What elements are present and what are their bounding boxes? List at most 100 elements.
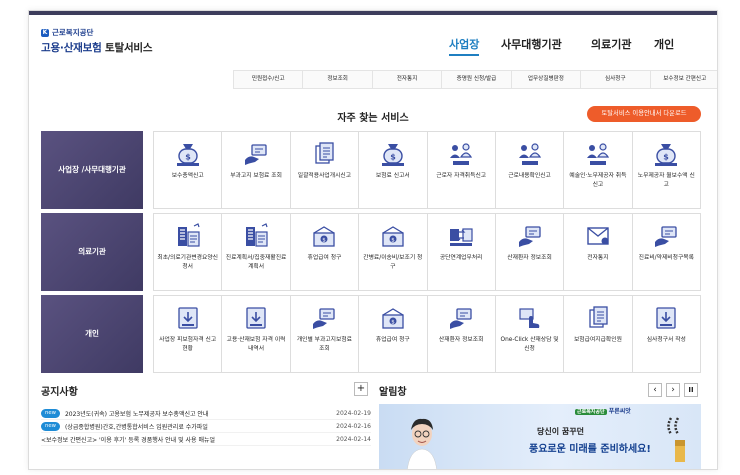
svg-text:$: $ <box>390 153 396 162</box>
prev-arrow-icon[interactable]: ‹ <box>648 383 662 397</box>
nav-agency[interactable]: 사무대행기관 <box>501 36 562 52</box>
nav-individual[interactable]: 개인 <box>654 36 674 52</box>
service-item[interactable]: 전자통지 <box>564 214 633 291</box>
new-badge: new <box>41 408 60 418</box>
service-item[interactable]: 고용·산재보험 자격 이력 내역서 <box>222 296 291 373</box>
service-item[interactable]: $ 휴업급여 청구 <box>290 214 360 291</box>
service-label: 휴업급여 청구 <box>375 337 410 343</box>
next-arrow-icon[interactable]: › <box>666 383 680 397</box>
service-label: 보험급여지급확인원 <box>573 337 622 343</box>
brand-name: 푸른씨앗 <box>608 408 631 415</box>
money-bag-icon: $ <box>655 144 678 166</box>
subnav-item[interactable]: 업무상질병판정 <box>510 71 580 88</box>
service-label: 휴업급여 청구 <box>307 255 342 261</box>
notice-date: 2024-02-16 <box>336 422 371 430</box>
category-label: 의료기관 <box>41 213 143 291</box>
service-item[interactable]: 심사청구서 작성 <box>632 296 701 373</box>
sub-nav: 민원접수/신고 정보조회 전자통지 증명원 신청/발급 업무상질병판정 심사청구… <box>233 70 717 89</box>
subnav-item[interactable]: 민원접수/신고 <box>233 71 302 88</box>
service-item[interactable]: $ 보수총액신고 <box>154 132 223 209</box>
svg-text:$: $ <box>185 153 191 162</box>
service-label: 산재환자 정보조회 <box>438 337 484 343</box>
alarm-banner[interactable]: 근로복지공단 푸른씨앗 당신이 꿈꾸던 풍요로운 미래를 준비하세요! <box>379 404 701 469</box>
service-item[interactable]: One-Click 산재상담 및 신청 <box>495 296 565 373</box>
svg-text:$: $ <box>323 237 327 243</box>
service-item[interactable]: $ 노무제공자 월보수액 신고 <box>632 132 701 209</box>
pause-icon[interactable]: II <box>684 383 698 397</box>
service-label: 최초/의료기관변경요양신청서 <box>157 255 218 270</box>
service-item[interactable]: $ 휴업급여 청구 <box>359 296 428 373</box>
service-label: 예술인·노무제공자 취득신고 <box>569 173 627 188</box>
service-label: One-Click 산재상담 및 신청 <box>500 337 559 352</box>
service-item[interactable]: 개인별 부과고지보험료 조회 <box>290 296 360 373</box>
notice-item[interactable]: new 2023년도(귀속) 고용보험 노무제공자 보수총액신고 안내 2024-0… <box>41 407 371 420</box>
person-illustration-icon <box>407 418 437 469</box>
service-item[interactable]: 산재환자 정보조회 <box>495 214 565 291</box>
subnav-item[interactable]: 정보조회 <box>302 71 371 88</box>
service-item[interactable]: 진료비/약제비청구목록 <box>632 214 701 291</box>
service-label: 공단연계업무처리 <box>439 255 483 261</box>
money-box-icon: $ <box>313 226 336 247</box>
service-row: 의료기관최초/의료기관변경요양신청서 진료계획서/집중재활진료계획서 $ 휴업급여 청… <box>41 213 701 291</box>
svg-text:$: $ <box>664 153 670 162</box>
notice-text[interactable]: 2023년도(귀속) 고용보험 노무제공자 보수총액신고 안내 <box>65 409 331 418</box>
notice-item[interactable]: new (상급종합병원)간호,간병통합서비스 입원관리료 수가파일 2024-02-… <box>41 420 371 433</box>
service-item[interactable]: $ 간병료/이송비/보조기 청구 <box>359 214 428 291</box>
subnav-item[interactable]: 전자통지 <box>371 71 441 88</box>
notice-date: 2024-02-14 <box>336 435 371 443</box>
hand-card-icon <box>655 226 677 247</box>
subnav-item[interactable]: 보수정보 간편신고 <box>649 71 717 88</box>
notice-text[interactable]: (상급종합병원)간호,간병통합서비스 입원관리료 수가파일 <box>65 422 331 431</box>
service-item[interactable]: 부과고지 보험료 조회 <box>222 132 291 209</box>
nav-medical[interactable]: 의료기관 <box>591 36 631 52</box>
guide-download-button[interactable]: 토탈서비스 이용안내서 다운로드 <box>587 106 701 122</box>
service-item[interactable]: 진료계획서/집중재활진료계획서 <box>222 214 291 291</box>
service-label: 노무제공자 월보수액 신고 <box>637 173 695 188</box>
documents-icon <box>315 142 335 164</box>
service-item[interactable]: 산재환자 정보조회 <box>427 296 496 373</box>
download-doc-icon <box>178 307 198 329</box>
service-item[interactable]: 최초/의료기관변경요양신청서 <box>154 214 223 291</box>
service-item[interactable]: 사업장 피보험자격 신고현황 <box>154 296 223 373</box>
category-label: 사업장 / 사무대행기관 <box>41 131 143 209</box>
subnav-item[interactable]: 증명원 신청/발급 <box>441 71 510 88</box>
building-form-icon <box>246 223 268 247</box>
service-item[interactable]: 보험급여지급확인원 <box>564 296 633 373</box>
nav-workplace[interactable]: 사업장 <box>449 36 480 56</box>
service-cells: 최초/의료기관변경요양신청서 진료계획서/집중재활진료계획서 $ 휴업급여 청구 $ 간병… <box>153 213 701 291</box>
service-cells: 사업장 피보험자격 신고현황 고용·산재보험 자격 이력 내역서 개인별 부과고지보… <box>153 295 701 373</box>
service-item[interactable]: 공단연계업무처리 <box>427 214 496 291</box>
people-icon <box>518 143 541 165</box>
service-cells: $ 보수총액신고 부과고지 보험료 조회 일괄적용사업개시신고 $ 보험료 신고서 근로자 … <box>153 131 701 209</box>
service-label: 심사청구서 작성 <box>646 337 686 343</box>
banner-line2: 풍요로운 미래를 준비하세요! <box>529 444 651 455</box>
banner-brand: 근로복지공단 푸른씨앗 <box>575 406 631 415</box>
service-label: 부과고지 보험료 조회 <box>230 173 282 179</box>
service-item[interactable]: $ 보험료 신고서 <box>359 132 428 209</box>
people-icon <box>450 143 473 165</box>
banner-line1: 당신이 꿈꾸던 <box>537 427 584 436</box>
notice-item[interactable]: <보수정보 간편신고> '이용 후기' 등록 경품행사 안내 및 사용 매뉴얼 2… <box>41 433 371 446</box>
service-label: 전자통지 <box>587 255 609 261</box>
service-label: 보수총액신고 <box>171 173 204 179</box>
money-bag-icon: $ <box>381 144 404 166</box>
service-item[interactable]: 일괄적용사업개시신고 <box>290 132 360 209</box>
category-label: 개인 <box>41 295 143 373</box>
download-doc-icon <box>246 307 266 329</box>
service-label: 근로내용확인신고 <box>508 173 551 179</box>
money-bag-icon: $ <box>176 144 199 166</box>
service-item[interactable]: 근로내용확인신고 <box>495 132 565 209</box>
notice-more-button[interactable]: + <box>354 382 368 396</box>
service-item[interactable]: 근로자 자격취득신고 <box>427 132 496 209</box>
notice-text[interactable]: <보수정보 간편신고> '이용 후기' 등록 경품행사 안내 및 사용 매뉴얼 <box>41 435 331 444</box>
hand-card-icon <box>450 308 472 329</box>
building-form-icon <box>177 223 200 247</box>
service-label: 진료비/약제비청구목록 <box>638 255 694 261</box>
service-item[interactable]: 예술인·노무제공자 취득신고 <box>564 132 633 209</box>
top-accent-bar <box>29 11 717 15</box>
money-box-icon: $ <box>382 226 404 247</box>
notice-title: 공지사항 <box>41 387 78 398</box>
hand-card-icon <box>518 226 541 247</box>
service-row: 개인 사업장 피보험자격 신고현황 고용·산재보험 자격 이력 내역서 개인별 부과고… <box>41 295 701 373</box>
subnav-item[interactable]: 심사청구 <box>580 71 649 88</box>
